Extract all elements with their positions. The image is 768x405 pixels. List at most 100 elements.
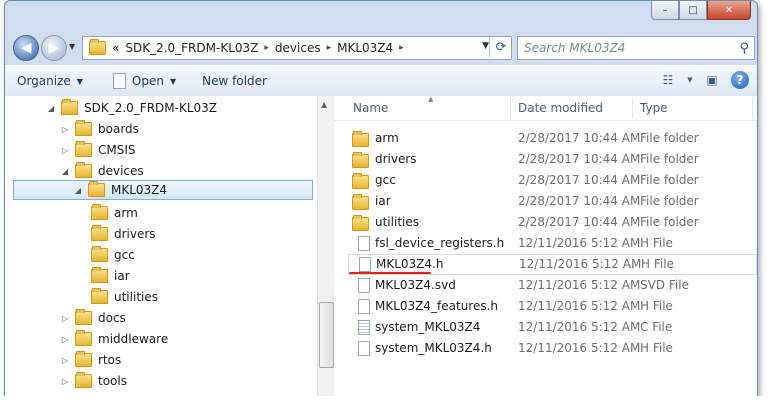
tree-item-mkl03z4[interactable]: ◢ MKL03Z4 [13,180,313,200]
file-row-gcc[interactable]: gcc 2/28/2017 10:44 AM File folder [334,170,757,191]
search-box[interactable]: Search MKL03Z4 ⚲ [517,36,755,60]
file-icon [359,257,371,272]
breadcrumb-sdk[interactable]: SDK_2.0_FRDM-KL03Z [125,41,258,55]
open-label: Open [131,74,164,88]
help-icon[interactable]: ? [731,71,749,89]
collapsed-triangle-icon[interactable]: ▷ [59,377,71,386]
tree-item-drivers[interactable]: drivers [87,224,156,244]
folder-icon [91,204,108,220]
column-header-name[interactable]: Name [353,101,388,115]
file-row-utilities[interactable]: utilities 2/28/2017 10:44 AM File folder [334,212,757,233]
file-name: MKL03Z4.svd [375,278,456,292]
file-row-arm[interactable]: arm 2/28/2017 10:44 AM File folder [334,128,757,149]
scroll-up-icon[interactable]: ▲ [321,100,327,109]
navigation-pane: ◢ SDK_2.0_FRDM-KL03Z ▷ boards ▷ CMSIS ◢ … [5,96,318,397]
expanded-triangle-icon[interactable]: ◢ [72,186,84,195]
tree-item-label: tools [98,374,127,388]
forward-button[interactable]: ▶ [41,35,67,61]
scrollbar-thumb[interactable] [319,302,334,368]
file-date: 12/11/2016 5:12 AM [518,320,641,334]
file-row-drivers[interactable]: drivers 2/28/2017 10:44 AM File folder [334,149,757,170]
file-row-iar[interactable]: iar 2/28/2017 10:44 AM File folder [334,191,757,212]
folder-icon [75,141,92,157]
torn-edge [0,396,768,405]
source-file-icon [358,320,370,335]
dropdown-arrow-icon: ▼ [169,76,177,86]
file-name: MKL03Z4_features.h [375,299,499,313]
folder-icon [61,99,78,115]
dropdown-arrow-icon[interactable]: ▼ [679,70,701,90]
file-date: 12/11/2016 5:12 AM [518,341,641,355]
column-header-date[interactable]: Date modified [518,101,603,115]
file-date: 12/11/2016 5:12 AM [518,278,641,292]
column-divider[interactable] [510,98,511,118]
collapsed-triangle-icon[interactable]: ▷ [59,146,71,155]
tree-item-sdk[interactable]: ◢ SDK_2.0_FRDM-KL03Z [45,98,217,118]
file-row-mkl03z4-svd[interactable]: MKL03Z4.svd 12/11/2016 5:12 AM SVD File [334,275,757,296]
collapsed-triangle-icon[interactable]: ▷ [59,314,71,323]
tree-item-devices[interactable]: ◢ devices [59,161,144,181]
file-type: File folder [640,194,699,208]
open-button[interactable]: Open ▼ [112,73,177,89]
breadcrumb-mkl03z4[interactable]: MKL03Z4 [337,41,393,55]
preview-pane-icon[interactable]: ▣ [701,70,723,90]
file-row-fsl-device-registers[interactable]: fsl_device_registers.h 12/11/2016 5:12 A… [334,233,757,254]
search-input[interactable]: Search MKL03Z4 [524,41,739,55]
file-row-system-mkl03z4-h[interactable]: system_MKL03Z4.h 12/11/2016 5:12 AM H Fi… [334,338,757,359]
file-type: H File [640,236,673,250]
tree-item-rtos[interactable]: ▷ rtos [59,350,121,370]
tree-item-iar[interactable]: iar [87,266,130,286]
breadcrumb-overflow[interactable]: « [112,41,119,55]
file-row-system-mkl03z4-c[interactable]: system_MKL03Z4 12/11/2016 5:12 AM C File [334,317,757,338]
folder-icon [352,152,369,168]
minimize-button[interactable]: – [651,1,679,20]
tree-item-gcc[interactable]: gcc [87,245,135,265]
navigation-scrollbar[interactable]: ▲ [317,96,334,397]
expanded-triangle-icon[interactable]: ◢ [45,104,57,113]
folder-icon [89,39,106,55]
maximize-button[interactable]: □ [679,1,707,20]
breadcrumb-separator-icon[interactable]: ▸ [264,43,269,53]
column-divider[interactable] [632,98,633,118]
collapsed-triangle-icon[interactable]: ▷ [59,125,71,134]
tree-item-tools[interactable]: ▷ tools [59,371,127,391]
search-icon[interactable]: ⚲ [739,41,749,56]
refresh-icon[interactable]: ⟳ [489,37,512,57]
expanded-triangle-icon[interactable]: ◢ [59,167,71,176]
recent-pages-chevron-icon[interactable]: ▼ [69,42,75,51]
file-name: drivers [375,152,417,166]
tree-item-docs[interactable]: ▷ docs [59,308,126,328]
file-row-mkl03z4-features[interactable]: MKL03Z4_features.h 12/11/2016 5:12 AM H … [334,296,757,317]
organize-button[interactable]: Organize ▼ [17,74,83,88]
column-header-type[interactable]: Type [640,101,668,115]
tree-item-boards[interactable]: ▷ boards [59,119,139,139]
folder-icon [75,330,92,346]
change-view-icon[interactable]: ☷ [657,70,679,90]
file-type: C File [640,320,673,334]
breadcrumb-separator-icon[interactable]: ▸ [399,43,404,53]
address-dropdown-icon[interactable]: ▼ [482,41,489,51]
folder-icon [75,309,92,325]
tree-item-utilities[interactable]: utilities [87,287,158,307]
column-divider[interactable] [752,98,753,118]
file-icon [358,236,370,251]
tree-item-label: iar [114,269,130,283]
collapsed-triangle-icon[interactable]: ▷ [59,335,71,344]
breadcrumb-separator-icon[interactable]: ▸ [327,43,332,53]
file-date: 2/28/2017 10:44 AM [518,215,641,229]
new-folder-button[interactable]: New folder [202,74,267,88]
back-button[interactable]: ◀ [13,35,39,61]
folder-icon [352,173,369,189]
close-button[interactable]: ✕ [707,1,751,20]
file-date: 12/11/2016 5:12 AM [519,257,642,271]
tree-item-middleware[interactable]: ▷ middleware [59,329,168,349]
file-name: system_MKL03Z4.h [375,341,492,355]
file-icon [358,341,370,356]
tree-item-arm[interactable]: arm [87,203,138,223]
breadcrumb-devices[interactable]: devices [275,41,321,55]
collapsed-triangle-icon[interactable]: ▷ [59,356,71,365]
address-bar[interactable]: « SDK_2.0_FRDM-KL03Z ▸ devices ▸ MKL03Z4… [82,36,512,60]
file-date: 12/11/2016 5:12 AM [518,299,641,313]
tree-item-cmsis[interactable]: ▷ CMSIS [59,140,136,160]
file-name: iar [375,194,391,208]
